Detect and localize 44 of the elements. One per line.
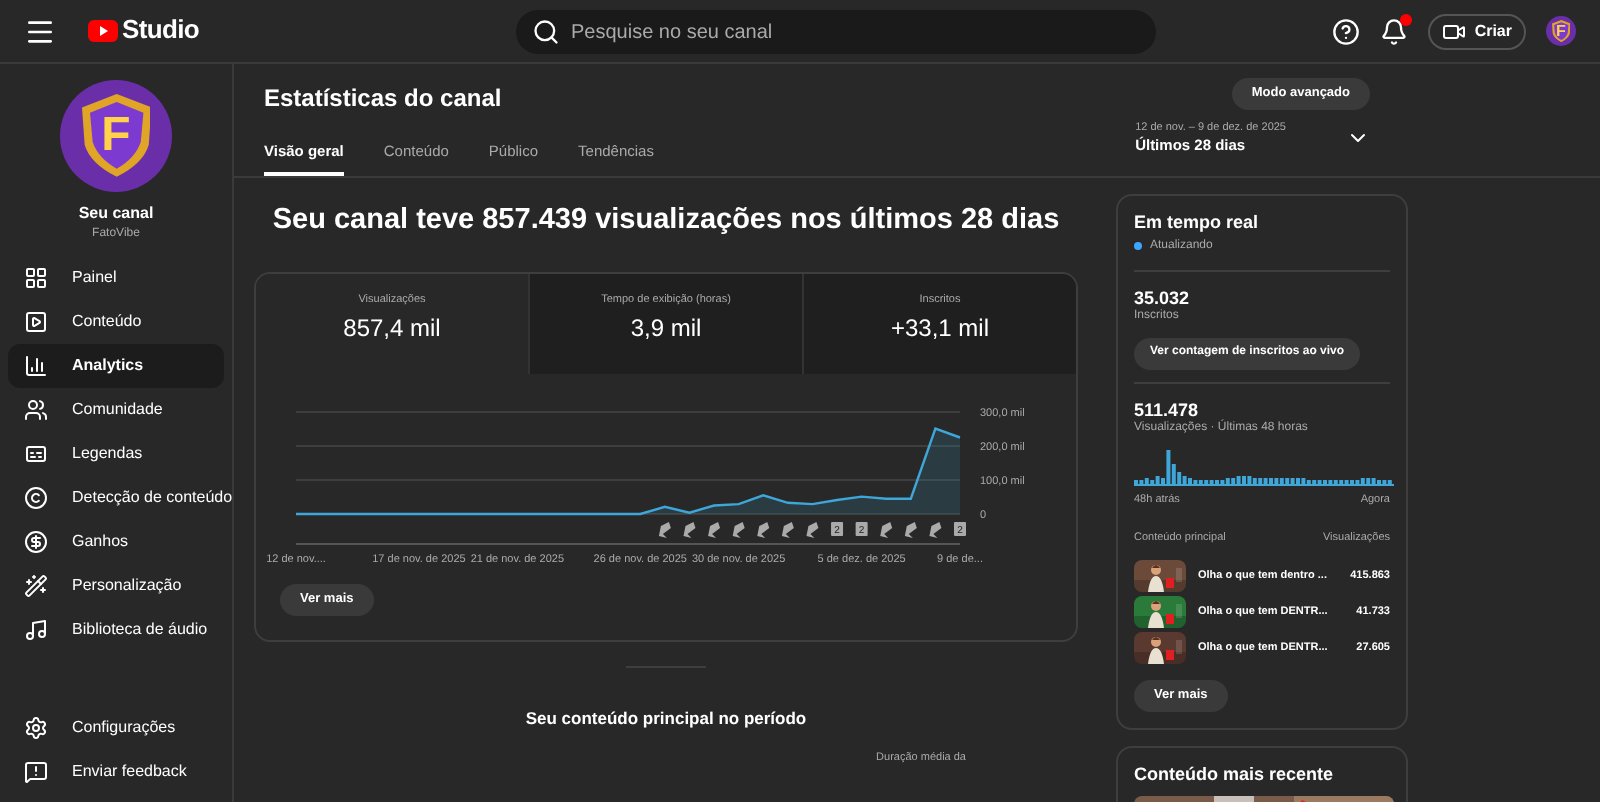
people-icon (24, 397, 48, 421)
logo-text: Studio (122, 14, 199, 48)
captions-icon (24, 441, 48, 465)
avatar-letter: F (1556, 23, 1566, 39)
avatar-letter: F (101, 112, 131, 160)
shield-icon (81, 94, 151, 178)
card-title: Conteúdo mais recente (1134, 764, 1336, 788)
chart-icon (24, 353, 48, 377)
create-button[interactable]: Criar (1428, 13, 1526, 49)
sidebar-item[interactable]: Personalização (8, 563, 224, 607)
video-icon (24, 309, 48, 333)
channel-avatar[interactable]: F (1546, 16, 1576, 46)
sidebar-item[interactable]: Comunidade (8, 387, 224, 431)
sidebar-item[interactable]: Analytics (8, 343, 224, 387)
music-icon (24, 617, 48, 641)
headline: Seu canal teve 857.439 visualizações nos últimos 28 dias (272, 202, 1060, 239)
sidebar-item[interactable]: Biblioteca de áudio (8, 607, 224, 651)
page-title: Estatísticas do canal (264, 84, 504, 114)
menu-icon[interactable] (24, 15, 56, 47)
shield-icon (1551, 19, 1571, 43)
notifications-icon[interactable] (1380, 17, 1409, 45)
search-field[interactable]: Pesquise no seu canal (515, 10, 1155, 54)
dollar-icon (24, 529, 48, 553)
sidebar-item[interactable]: Ganhos (8, 519, 224, 563)
channel-title: Seu canal (78, 204, 154, 224)
subscriber-count: 35.032 (1134, 288, 1192, 309)
feedback-icon (24, 760, 48, 784)
sidebar-item[interactable]: Conteúdo (8, 299, 224, 343)
section-title: Seu conteúdo principal no período (525, 707, 807, 729)
video-camera-icon (1442, 19, 1467, 43)
sidebar-item[interactable]: Painel (8, 255, 224, 299)
magic-wand-icon (24, 573, 48, 597)
logo-icon (88, 20, 118, 42)
sidebar-item[interactable]: Legendas (8, 431, 224, 475)
copyright-icon (24, 485, 48, 509)
sidebar-item[interactable]: Enviar feedback (8, 750, 224, 794)
settings-icon (24, 716, 48, 740)
help-icon[interactable] (1332, 17, 1361, 45)
card-title: Em tempo real (1134, 212, 1261, 236)
sidebar-item[interactable]: Configurações (8, 706, 224, 750)
search-icon (531, 17, 559, 45)
dashboard-icon (24, 265, 48, 289)
count-marker[interactable] (831, 521, 844, 535)
views-count: 511.478 (1134, 399, 1201, 421)
